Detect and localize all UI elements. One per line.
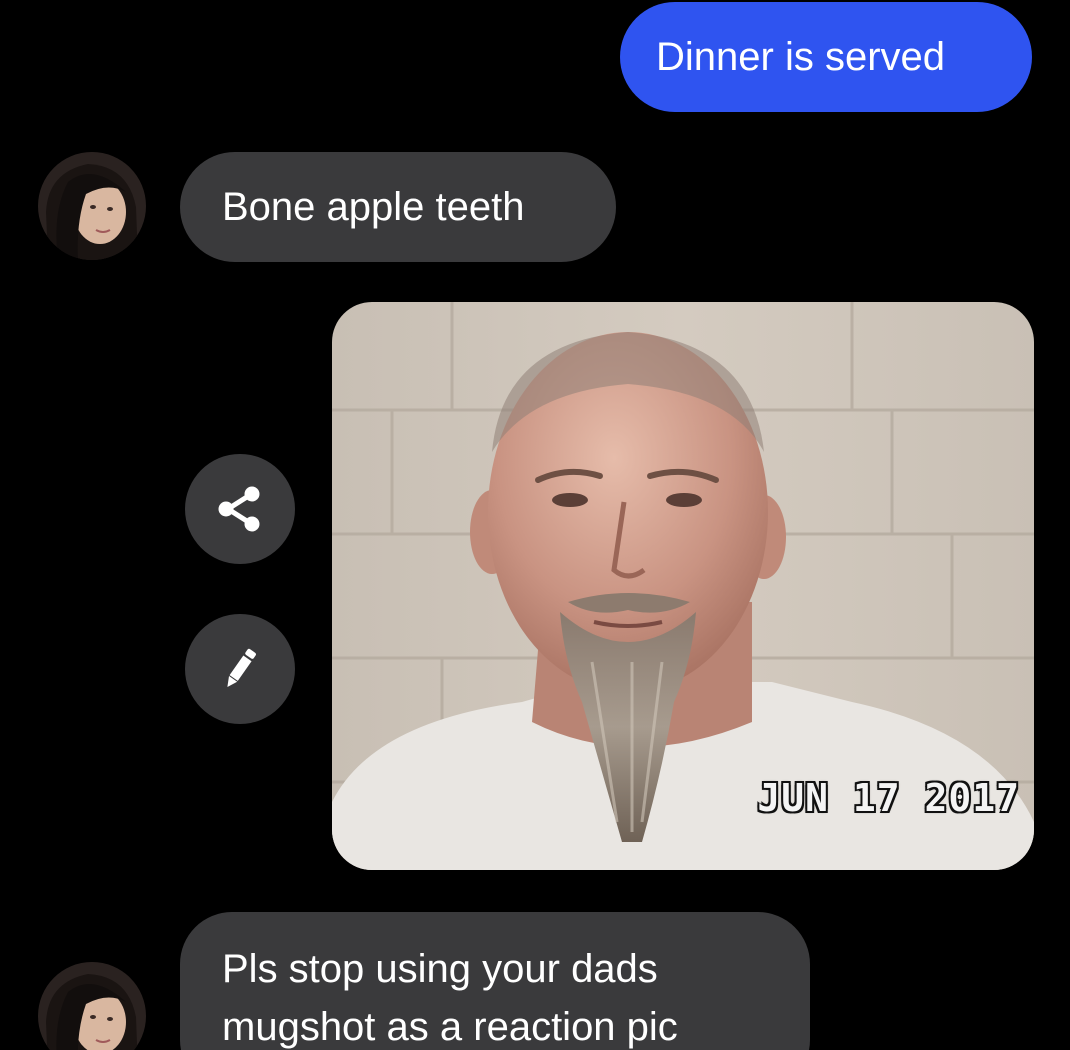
sent-message-bubble[interactable]: Dinner is served: [620, 2, 1032, 112]
chat-thread: Dinner is served Bone apple teeth JUN 17…: [0, 0, 1070, 1050]
contact-avatar[interactable]: [38, 962, 146, 1050]
share-button[interactable]: [185, 454, 295, 564]
received-message-line-2: mugshot as a reaction pic: [222, 1005, 678, 1049]
received-message-bubble[interactable]: Bone apple teeth: [180, 152, 616, 262]
received-message-text: Bone apple teeth: [222, 185, 525, 229]
photo-date-stamp: JUN 17 2017: [757, 776, 1020, 820]
received-message-bubble[interactable]: Pls stop using your dads mugshot as a re…: [180, 912, 810, 1050]
edit-button[interactable]: [185, 614, 295, 724]
received-message-line-1: Pls stop using your dads: [222, 947, 658, 991]
avatar-image: [38, 962, 146, 1050]
share-icon: [218, 486, 260, 532]
pencil-icon: [227, 648, 256, 688]
photo-message[interactable]: JUN 17 2017: [332, 302, 1034, 870]
contact-avatar[interactable]: [38, 152, 146, 260]
sent-message-text: Dinner is served: [656, 35, 946, 79]
avatar-image: [38, 152, 146, 260]
